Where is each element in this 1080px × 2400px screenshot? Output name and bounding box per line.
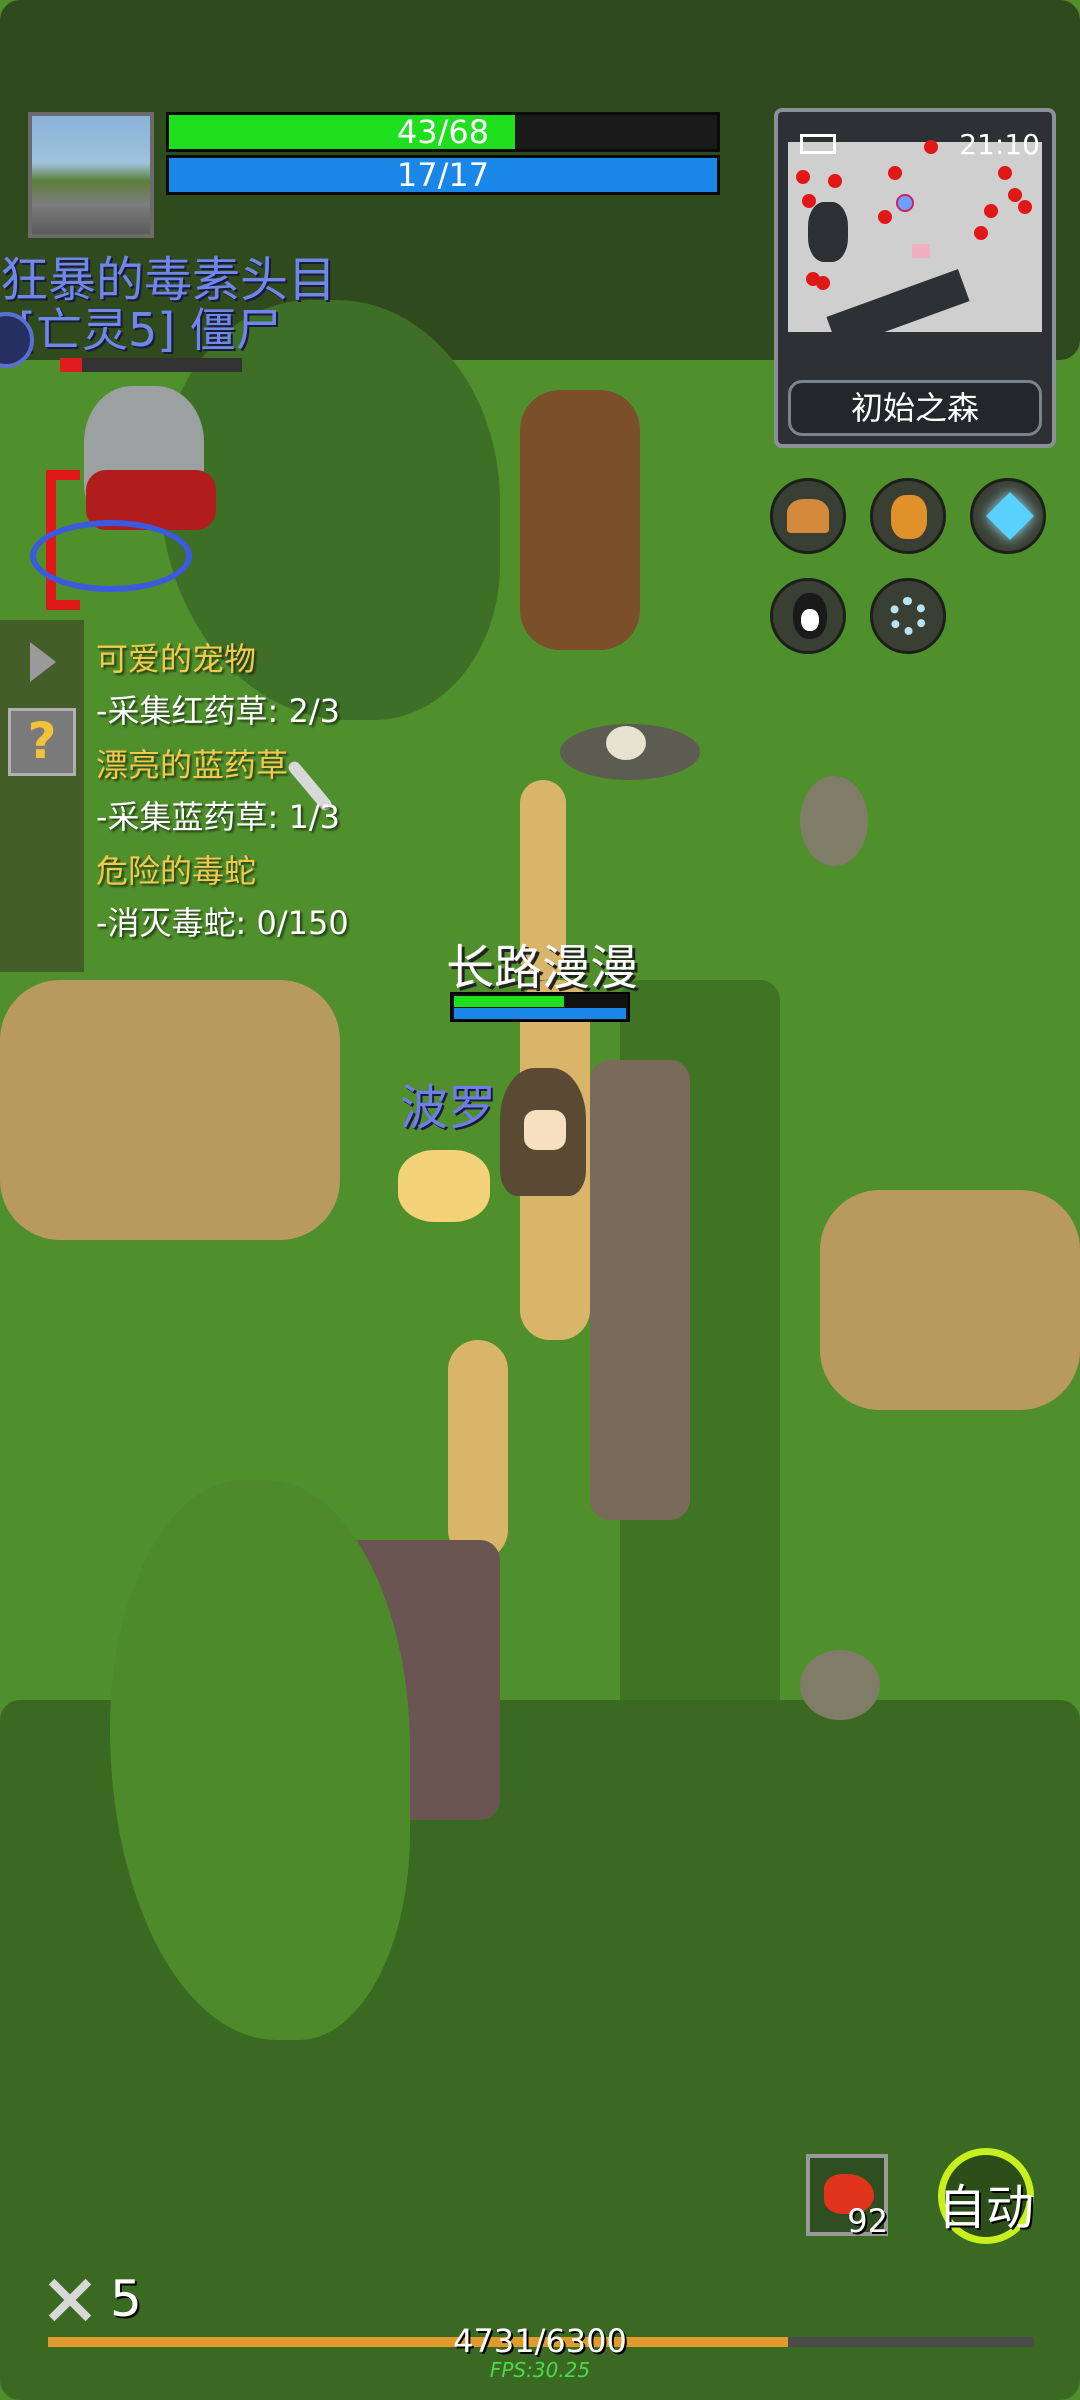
area-name: 初始之森	[788, 380, 1042, 436]
quest-help-icon[interactable]: ?	[8, 708, 76, 776]
quest-title[interactable]: 危险的毒蛇	[96, 846, 256, 892]
quest-task: -消灭毒蛇: 0/150	[96, 904, 349, 942]
overhead-hp-fill	[454, 996, 564, 1007]
enemy-marker	[816, 276, 830, 290]
xp-text: 4731/6300	[453, 2322, 627, 2360]
gear-icon[interactable]	[870, 578, 946, 654]
enemy-marker	[1018, 200, 1032, 214]
fallen-log	[520, 390, 640, 650]
enemy-marker	[888, 166, 902, 180]
minimap-wall	[788, 332, 1042, 372]
poison-aura-icon	[30, 520, 192, 592]
target-subtitle: [亡灵5] 僵尸	[18, 303, 282, 357]
quest-title[interactable]: 可爱的宠物	[96, 634, 256, 680]
player-name: 长路漫漫	[446, 940, 639, 996]
enemy-marker	[796, 170, 810, 184]
enemy-marker	[828, 174, 842, 188]
enemy-marker	[802, 194, 816, 208]
mp-bar: 17/17	[166, 155, 720, 195]
fps-text: FPS:30.25	[489, 2358, 591, 2382]
penguin-icon[interactable]	[770, 578, 846, 654]
quest-task: -采集红药草: 2/3	[96, 692, 341, 730]
target-hp-fill	[60, 358, 82, 372]
overhead-mp-fill	[454, 1008, 626, 1019]
player-overhead-bars	[450, 992, 630, 1022]
quick-item-slot[interactable]: 92	[806, 2154, 888, 2240]
skull-icon	[606, 726, 646, 760]
player-level: 5	[110, 2270, 142, 2328]
boulder	[800, 1650, 880, 1720]
pet-name: 波罗	[400, 1080, 497, 1136]
enemy-marker	[1008, 188, 1022, 202]
enemy-marker	[984, 204, 998, 218]
helmet-icon[interactable]	[770, 478, 846, 554]
rock-cliff	[590, 1060, 690, 1520]
enemy-marker	[998, 166, 1012, 180]
auto-button-label[interactable]: 自动	[938, 2168, 1034, 2238]
winding-path	[448, 1340, 508, 1560]
boulder	[800, 776, 868, 866]
enemy-marker	[974, 226, 988, 240]
collapse-arrow-icon[interactable]	[30, 642, 56, 682]
crossed-swords-icon	[44, 2274, 96, 2326]
player-face	[524, 1110, 566, 1150]
dirt-patch	[820, 1190, 1080, 1410]
clock-text: 21:10	[959, 128, 1040, 161]
npc-marker-icon	[912, 244, 930, 258]
player-marker-icon	[896, 194, 914, 212]
crystal-icon[interactable]	[970, 478, 1046, 554]
quest-task: -采集蓝药草: 1/3	[96, 798, 341, 836]
enemy-marker	[924, 140, 938, 154]
hp-bar: 43/68	[166, 112, 720, 152]
target-hp-bar	[60, 358, 242, 372]
hp-text: 43/68	[396, 113, 490, 151]
item-count: 92	[847, 2202, 888, 2240]
mp-text: 17/17	[396, 156, 490, 194]
pet-cat[interactable]	[398, 1150, 490, 1222]
quest-title[interactable]: 漂亮的蓝药草	[96, 740, 288, 786]
player-portrait[interactable]	[28, 112, 154, 238]
minimap[interactable]: 21:10 初始之森	[774, 108, 1056, 448]
minimap-wall	[808, 202, 848, 262]
potion-bag-icon[interactable]	[870, 478, 946, 554]
enemy-marker	[878, 210, 892, 224]
dirt-patch	[0, 980, 340, 1240]
battery-icon	[800, 134, 836, 154]
